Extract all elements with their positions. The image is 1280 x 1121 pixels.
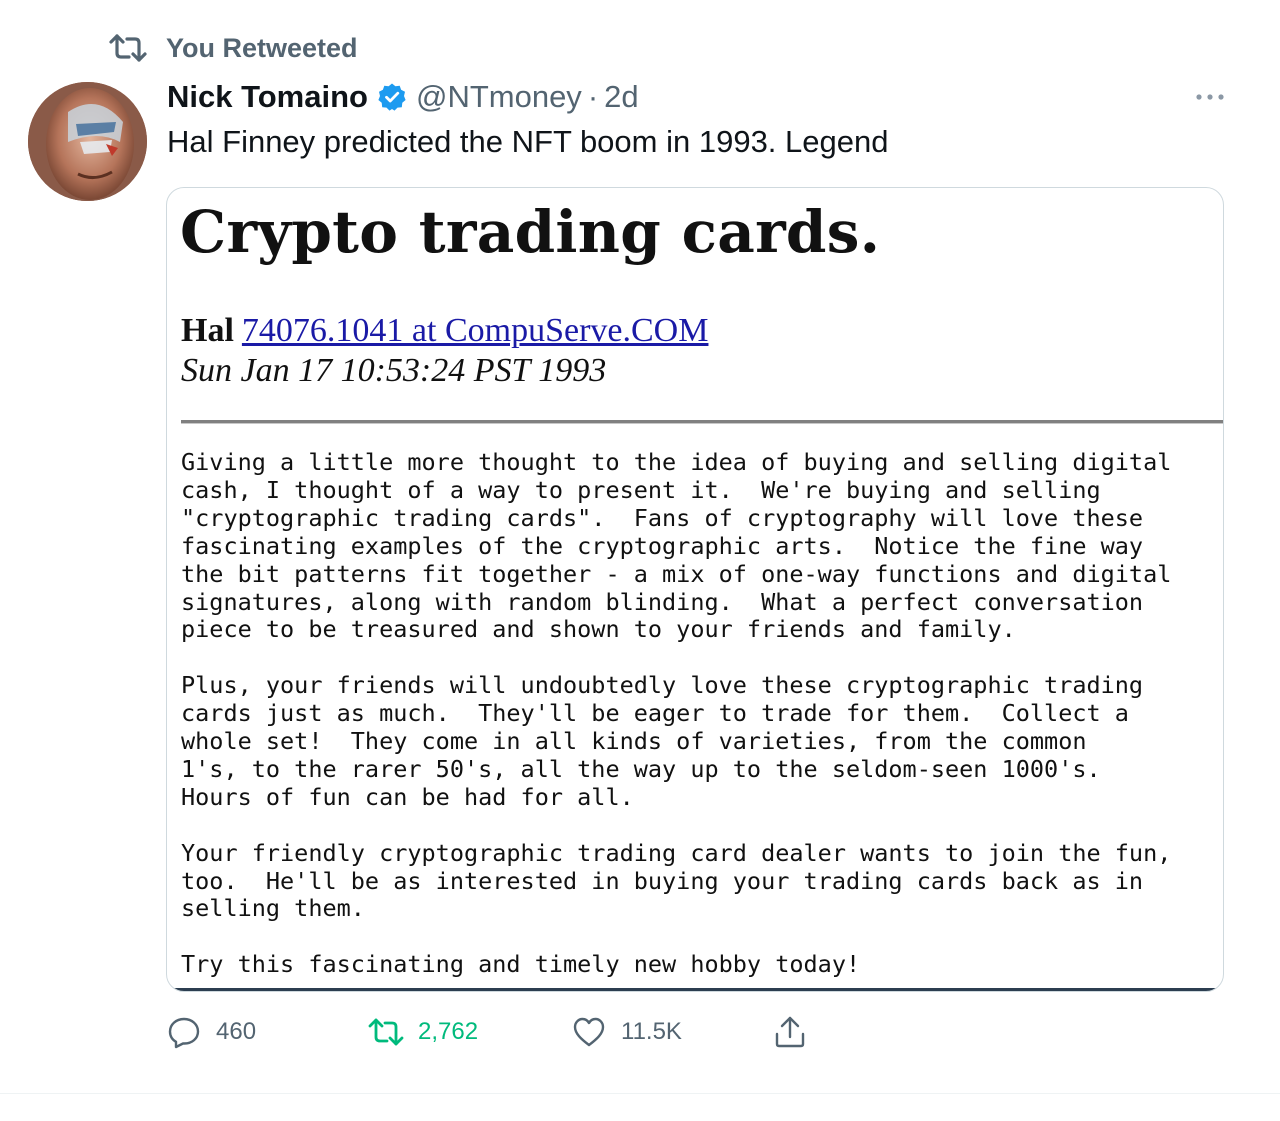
author-handle[interactable]: @NTmoney: [416, 79, 582, 115]
like-count: 11.5K: [621, 1018, 682, 1045]
retweet-icon: [108, 30, 148, 66]
document-author-link[interactable]: 74076.1041 at CompuServe.COM: [242, 312, 709, 349]
more-options-icon[interactable]: [1190, 82, 1230, 112]
document-paragraph: Plus, your friends will undoubtedly love…: [181, 671, 1144, 811]
reply-count: 460: [216, 1018, 257, 1045]
retweet-button[interactable]: 2,762: [368, 1012, 478, 1052]
tweet-actions: 460 2,762 11.5K: [166, 1012, 866, 1052]
tweet-timestamp[interactable]: 2d: [604, 79, 638, 115]
document-author: Hal 74076.1041 at CompuServe.COM: [181, 312, 708, 350]
avatar[interactable]: [28, 82, 147, 201]
share-icon: [772, 1014, 808, 1050]
verified-badge-icon: [377, 82, 407, 112]
document-title: Crypto trading cards.: [180, 198, 881, 266]
retweet-context-label: You Retweeted: [166, 32, 358, 63]
document-body: Giving a little more thought to the idea…: [181, 448, 1172, 979]
tweet-header: Nick Tomaino @NTmoney · 2d: [167, 76, 639, 118]
document-paragraph: Try this fascinating and timely new hobb…: [181, 950, 861, 979]
tweet-divider: [0, 1093, 1280, 1094]
tweet-text: Hal Finney predicted the NFT boom in 199…: [167, 124, 889, 159]
author-name[interactable]: Nick Tomaino: [167, 79, 368, 115]
document-date: Sun Jan 17 10:53:24 PST 1993: [181, 352, 607, 389]
retweet-icon: [368, 1014, 404, 1050]
tweet-media-image[interactable]: Crypto trading cards. Hal 74076.1041 at C…: [166, 187, 1224, 992]
media-bottom-border: [167, 988, 1223, 991]
heart-icon: [571, 1014, 607, 1050]
document-divider: [181, 420, 1223, 424]
reply-icon: [166, 1014, 202, 1050]
retweet-context[interactable]: You Retweeted: [108, 30, 358, 66]
document-paragraph: Your friendly cryptographic trading card…: [181, 838, 1172, 923]
share-button[interactable]: [772, 1012, 822, 1052]
separator-dot: ·: [587, 79, 599, 114]
reply-button[interactable]: 460: [166, 1012, 256, 1052]
retweet-count: 2,762: [418, 1018, 479, 1045]
like-button[interactable]: 11.5K: [571, 1012, 682, 1052]
document-paragraph: Giving a little more thought to the idea…: [181, 448, 1172, 644]
document-author-name: Hal: [181, 312, 234, 349]
